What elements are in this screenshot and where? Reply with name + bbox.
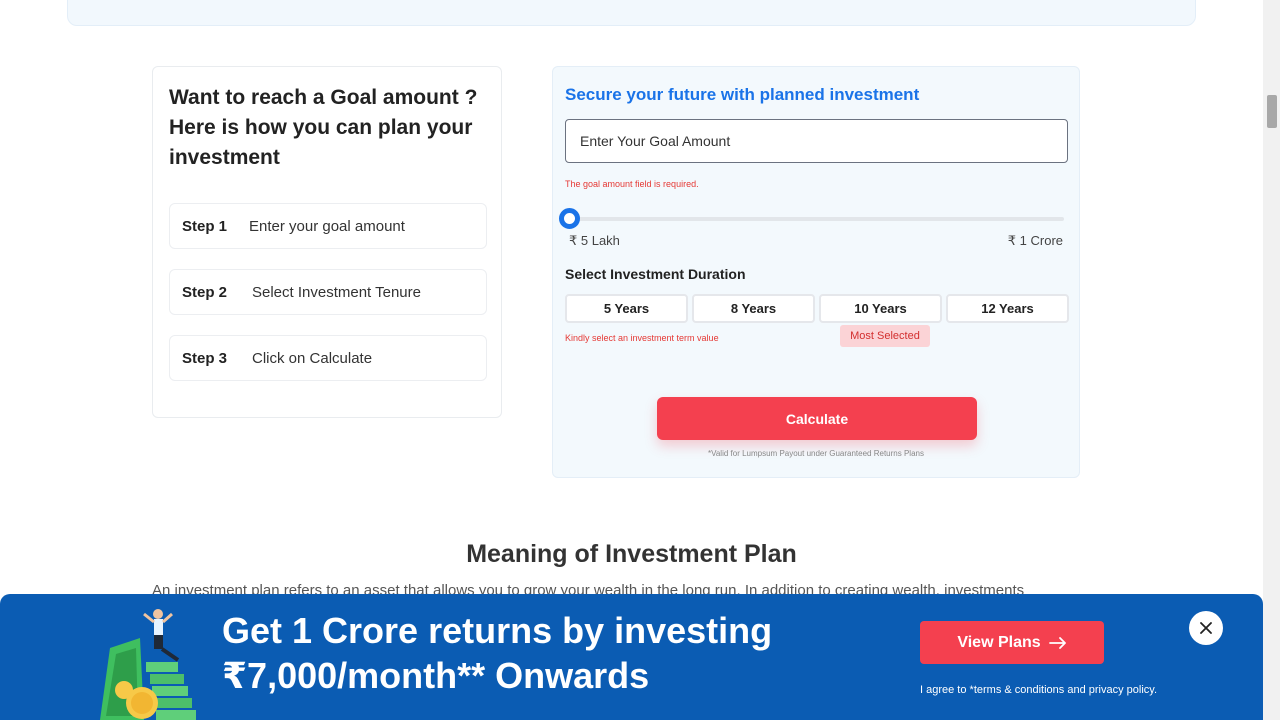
step-number: Step 3 bbox=[182, 349, 228, 367]
step-number: Step 1 bbox=[182, 217, 228, 235]
how-to-plan-title: Want to reach a Goal amount ? Here is ho… bbox=[169, 86, 478, 169]
investment-calculator: Secure your future with planned investme… bbox=[552, 66, 1080, 478]
goal-amount-input[interactable] bbox=[565, 119, 1068, 163]
promo-banner: Get 1 Crore returns by investing ₹7,000/… bbox=[0, 594, 1263, 720]
view-plans-label: View Plans bbox=[957, 633, 1041, 651]
step-3: Step 3 Click on Calculate bbox=[169, 335, 487, 381]
view-plans-button[interactable]: View Plans bbox=[920, 621, 1104, 664]
step-text: Select Investment Tenure bbox=[252, 283, 421, 301]
section-title: Meaning of Investment Plan bbox=[466, 540, 797, 568]
top-panel-edge bbox=[67, 0, 1196, 26]
step-2: Step 2 Select Investment Tenure bbox=[169, 269, 487, 315]
how-to-plan-card: Want to reach a Goal amount ? Here is ho… bbox=[152, 66, 502, 418]
duration-8-years-button[interactable]: 8 Years bbox=[692, 294, 815, 323]
scrollbar-thumb[interactable] bbox=[1267, 95, 1277, 128]
calculate-button[interactable]: Calculate bbox=[657, 397, 977, 440]
duration-12-years-button[interactable]: 12 Years bbox=[946, 294, 1069, 323]
money-stack-illustration bbox=[100, 609, 196, 720]
arrow-right-icon bbox=[1048, 636, 1066, 649]
slider-max-label: ₹ 1 Crore bbox=[1007, 233, 1063, 248]
close-icon bbox=[1200, 622, 1212, 634]
duration-label: Select Investment Duration bbox=[565, 266, 746, 282]
calculator-title: Secure your future with planned investme… bbox=[565, 85, 920, 104]
banner-headline: Get 1 Crore returns by investing ₹7,000/… bbox=[222, 608, 772, 698]
page-scrollbar[interactable] bbox=[1263, 0, 1280, 720]
goal-amount-slider-track[interactable] bbox=[569, 217, 1064, 221]
duration-10-years-button[interactable]: 10 Years bbox=[819, 294, 942, 323]
banner-line-2: ₹7,000/month** Onwards bbox=[222, 655, 650, 696]
duration-5-years-button[interactable]: 5 Years bbox=[565, 294, 688, 323]
goal-amount-error: The goal amount field is required. bbox=[565, 179, 699, 189]
step-1: Step 1 Enter your goal amount bbox=[169, 203, 487, 249]
duration-error: Kindly select an investment term value bbox=[565, 333, 719, 343]
step-number: Step 2 bbox=[182, 283, 228, 301]
step-text: Click on Calculate bbox=[252, 349, 373, 367]
banner-line-1: Get 1 Crore returns by investing bbox=[222, 610, 773, 651]
goal-amount-slider-handle[interactable] bbox=[559, 208, 580, 229]
terms-agreement-text[interactable]: I agree to *terms & conditions and priva… bbox=[920, 684, 1157, 696]
slider-min-label: ₹ 5 Lakh bbox=[569, 233, 620, 248]
close-banner-button[interactable] bbox=[1189, 611, 1223, 645]
most-selected-badge: Most Selected bbox=[840, 325, 930, 347]
lumpsum-note: *Valid for Lumpsum Payout under Guarante… bbox=[708, 449, 924, 458]
step-text: Enter your goal amount bbox=[249, 217, 405, 235]
